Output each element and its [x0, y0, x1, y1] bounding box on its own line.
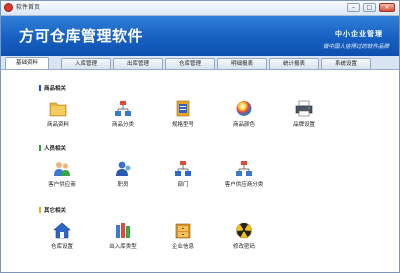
tab-basic-data[interactable]: 基础资料 — [5, 57, 49, 69]
tab-system-settings[interactable]: 系统设置 — [321, 58, 371, 69]
app-title: 方可仓库管理软件 — [19, 27, 144, 45]
section-title: 其它相关 — [44, 208, 67, 214]
section-marker — [39, 145, 41, 151]
window-title: 软件首页 — [16, 4, 41, 11]
section-goods: 商品相关 — [39, 84, 66, 92]
book-icon — [176, 100, 190, 117]
staff-button[interactable]: 职员 — [98, 160, 148, 188]
goods-data-button[interactable]: 商品资料 — [33, 100, 83, 128]
section-title: 人员相关 — [44, 146, 67, 152]
staff-icon — [116, 161, 131, 176]
tab-warehouse[interactable]: 仓库管理 — [165, 58, 215, 69]
cabinet-icon — [175, 223, 191, 239]
maximize-button[interactable]: □ — [363, 3, 376, 12]
section-other: 其它相关 — [39, 206, 66, 214]
banner-slogan: 中小企业管理 — [335, 30, 383, 38]
inout-type-button[interactable]: 出入库类型 — [98, 222, 148, 250]
department-button[interactable]: 部门 — [158, 160, 208, 188]
header-banner: 方可仓库管理软件 中小企业管理 做中国人信得过的软件品牌 — [1, 16, 399, 56]
app-icon — [4, 3, 13, 12]
company-info-button[interactable]: 企业信息 — [158, 222, 208, 250]
printer-icon — [295, 100, 313, 117]
brand-settings-button[interactable]: 品牌设置 — [279, 100, 329, 128]
customer-supplier-category-button[interactable]: 客户供应商分类 — [219, 160, 269, 188]
radiation-icon — [236, 222, 252, 239]
title-bar[interactable]: 软件首页 – □ × — [1, 1, 399, 16]
minimize-button[interactable]: – — [347, 3, 360, 12]
people-icon — [54, 162, 70, 176]
hierarchy-icon — [115, 101, 131, 116]
window-controls: – □ × — [347, 3, 395, 12]
tab-inbound[interactable]: 入库管理 — [61, 58, 111, 69]
section-marker — [39, 207, 41, 213]
section-personnel: 人员相关 — [39, 144, 66, 152]
folder-icon — [49, 102, 67, 117]
tab-detail-report[interactable]: 明细报表 — [217, 58, 267, 69]
house-icon — [53, 222, 71, 239]
warehouse-settings-button[interactable]: 仓库设置 — [37, 222, 87, 250]
section-marker — [39, 85, 41, 91]
customer-supplier-button[interactable]: 客户供应商 — [37, 160, 87, 188]
tab-outbound[interactable]: 出库管理 — [113, 58, 163, 69]
app-window: 软件首页 – □ × 方可仓库管理软件 中小企业管理 做中国人信得过的软件品牌 … — [0, 0, 400, 273]
department-icon — [175, 161, 191, 176]
section-title: 商品相关 — [44, 86, 67, 92]
tab-stat-report[interactable]: 统计报表 — [269, 58, 319, 69]
tab-content: 商品相关 商品资料 商品分类 规格型号 商品颜色 品牌设置 人员相关 客户供应商… — [1, 70, 399, 272]
goods-color-button[interactable]: 商品颜色 — [219, 100, 269, 128]
books-icon — [116, 223, 130, 238]
banner-tagline: 做中国人信得过的软件品牌 — [322, 44, 389, 50]
spec-model-button[interactable]: 规格型号 — [158, 100, 208, 128]
main-tab-bar: 基础资料 入库管理 出库管理 仓库管理 明细报表 统计报表 系统设置 — [1, 56, 399, 70]
close-button[interactable]: × — [379, 3, 395, 12]
hierarchy-icon — [236, 161, 252, 176]
goods-category-button[interactable]: 商品分类 — [98, 100, 148, 128]
change-password-button[interactable]: 修改密码 — [219, 222, 269, 250]
color-ball-icon — [236, 101, 252, 116]
